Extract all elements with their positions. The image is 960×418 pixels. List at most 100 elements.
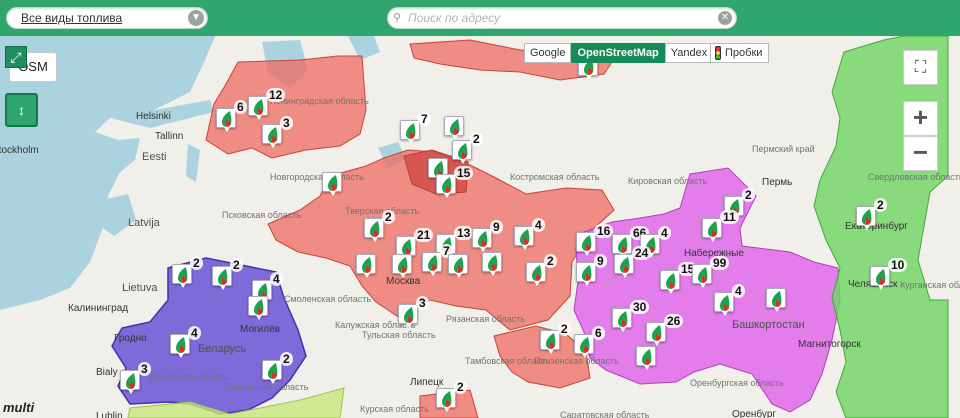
fuel-station-marker[interactable]	[400, 120, 420, 144]
marker-count: 2	[558, 322, 571, 336]
fuel-station-marker[interactable]	[574, 334, 594, 358]
map-label: Курганская область	[900, 280, 960, 290]
fuel-station-marker[interactable]	[248, 96, 268, 120]
fuel-station-marker[interactable]	[576, 262, 596, 286]
fuel-station-marker[interactable]	[448, 254, 468, 278]
marker-count: 12	[266, 88, 286, 102]
minus-icon: −	[912, 137, 929, 167]
marker-count: 2	[382, 210, 395, 224]
fuel-station-marker[interactable]	[526, 262, 546, 286]
map-label: Магнитогорск	[798, 339, 861, 350]
marker-count: 24	[632, 246, 652, 260]
fuel-brand-icon	[620, 257, 630, 273]
fuel-station-marker[interactable]	[452, 140, 472, 164]
marker-count: 3	[416, 296, 429, 310]
plus-icon: +	[912, 102, 929, 132]
map-label: Тульская область	[362, 330, 436, 340]
tile-provider-switch: Google OpenStreetMap Yandex	[524, 43, 714, 63]
fuel-brand-icon	[582, 265, 592, 281]
map-label: Калининград	[68, 303, 129, 314]
map-label: Тамбовская область	[465, 356, 551, 366]
marker-count: 16	[594, 224, 614, 238]
map-canvas[interactable]: Helsinki Tallinn Eesti Latvija Lietuva Калини…	[0, 36, 960, 418]
map-label: Кировская область	[628, 176, 708, 186]
fuel-station-marker[interactable]	[422, 252, 442, 276]
marker-count: 99	[710, 256, 730, 270]
fuel-brand-icon	[404, 307, 414, 323]
fuel-brand-icon	[520, 229, 530, 245]
marker-count: 26	[664, 314, 684, 328]
fuel-station-marker[interactable]	[436, 174, 456, 198]
fuel-station-marker[interactable]	[262, 124, 282, 148]
fuel-station-marker[interactable]	[714, 292, 734, 316]
fuel-station-marker[interactable]	[170, 334, 190, 358]
tile-option-openstreetmap[interactable]: OpenStreetMap	[571, 43, 665, 63]
fuel-station-marker[interactable]	[612, 308, 632, 332]
fuel-station-marker[interactable]	[636, 346, 656, 370]
fuel-station-marker[interactable]	[212, 266, 232, 290]
fuel-brand-icon	[406, 123, 416, 139]
fuel-station-marker[interactable]	[322, 172, 342, 196]
fuel-station-marker[interactable]	[120, 370, 140, 394]
fuel-station-marker[interactable]	[614, 254, 634, 278]
fuel-station-marker[interactable]	[576, 232, 596, 256]
map-label: Latvija	[128, 217, 160, 229]
map-label: Eesti	[142, 151, 167, 163]
marker-count: 30	[630, 300, 650, 314]
fuel-station-marker[interactable]	[514, 226, 534, 250]
fullscreen-button[interactable]: ⛶	[903, 50, 938, 85]
clear-icon[interactable]: ✕	[718, 11, 732, 25]
fuel-brand-icon	[126, 373, 136, 389]
marker-count: 2	[874, 198, 887, 212]
map-label: Липецк	[410, 377, 444, 388]
fuel-station-marker[interactable]	[364, 218, 384, 242]
tile-option-google[interactable]: Google	[524, 43, 572, 63]
marker-count: 2	[470, 132, 483, 146]
fuel-station-marker[interactable]	[472, 228, 492, 252]
fuel-station-marker[interactable]	[692, 264, 712, 288]
fuel-brand-icon	[580, 337, 590, 353]
fuel-station-marker[interactable]	[766, 288, 786, 312]
fullscreen-icon: ⛶	[914, 59, 927, 76]
fuel-station-marker[interactable]	[482, 252, 502, 276]
map-label: Гродно	[114, 333, 147, 344]
marker-count: 21	[414, 228, 434, 242]
fuel-station-marker[interactable]	[262, 360, 282, 384]
fuel-station-marker[interactable]	[702, 218, 722, 242]
fuel-brand-icon	[652, 325, 662, 341]
zoom-out-button[interactable]: −	[903, 136, 938, 171]
fuel-station-marker[interactable]	[216, 108, 236, 132]
address-search-input[interactable]	[408, 10, 708, 26]
fuel-brand-icon	[582, 235, 592, 251]
fuel-station-marker[interactable]	[172, 264, 192, 288]
fuel-station-marker[interactable]	[660, 270, 680, 294]
marker-count: 2	[454, 380, 467, 394]
ruler-icon: ↕	[18, 102, 25, 118]
fuel-station-marker[interactable]	[612, 234, 632, 258]
marker-count: 15	[454, 166, 474, 180]
fuel-station-marker[interactable]	[540, 330, 560, 354]
map-label: Москва	[386, 276, 421, 287]
measure-ruler-button[interactable]: ↕	[5, 93, 38, 127]
fuel-brand-icon	[328, 175, 338, 191]
fuel-brand-icon	[176, 337, 186, 353]
fuel-station-marker[interactable]	[444, 116, 464, 140]
fuel-station-marker[interactable]	[248, 296, 268, 320]
fuel-station-marker[interactable]	[398, 304, 418, 328]
marker-count: 6	[592, 326, 605, 340]
map-label: Ленинградская область	[270, 96, 369, 106]
fuel-type-select[interactable]: Все виды топлива ▼	[6, 7, 208, 29]
map-label: Lietuva	[122, 282, 158, 294]
fuel-station-marker[interactable]	[856, 206, 876, 230]
traffic-toggle-button[interactable]: Пробки	[710, 43, 770, 63]
tile-option-yandex[interactable]: Yandex	[664, 43, 714, 63]
fuel-station-marker[interactable]	[392, 254, 412, 278]
fuel-station-marker[interactable]	[646, 322, 666, 346]
fuel-brand-icon	[618, 237, 628, 253]
fuel-station-marker[interactable]	[436, 388, 456, 412]
zoom-in-button[interactable]: +	[903, 101, 938, 136]
fuel-station-marker[interactable]	[870, 266, 890, 290]
expand-icon[interactable]: ⤢	[5, 46, 27, 68]
fuel-station-marker[interactable]	[396, 236, 416, 260]
fuel-station-marker[interactable]	[356, 254, 376, 278]
